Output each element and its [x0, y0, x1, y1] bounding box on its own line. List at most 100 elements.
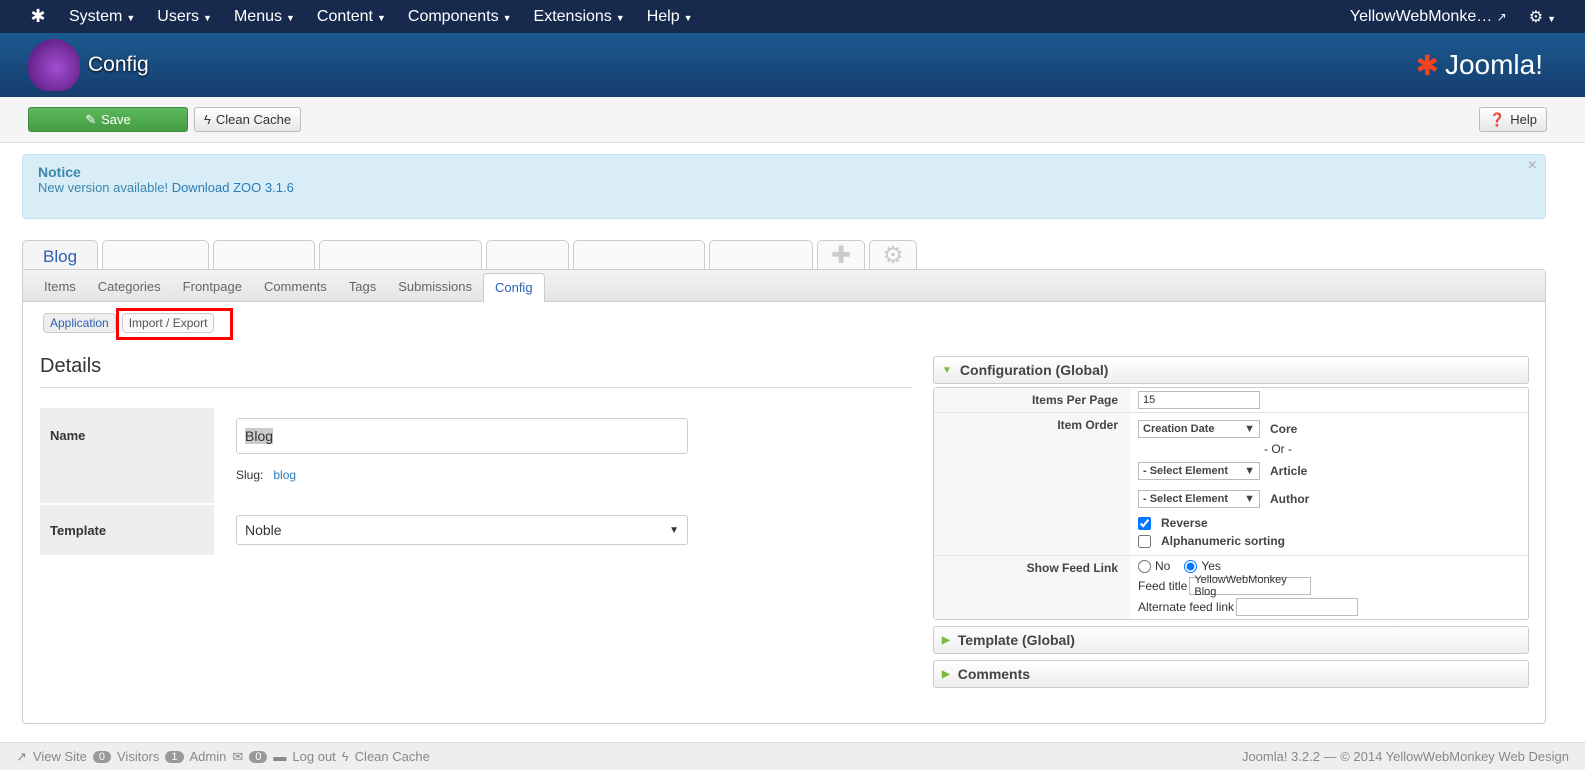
- feed-title-label: Feed title: [1138, 579, 1188, 593]
- menu-extensions[interactable]: Extensions ▼: [523, 8, 636, 26]
- app-tab[interactable]: [573, 240, 706, 270]
- feed-title-input[interactable]: YellowWebMonkey Blog: [1189, 574, 1312, 598]
- feed-yes-radio[interactable]: [1184, 559, 1198, 573]
- logout-link[interactable]: Log out: [292, 749, 335, 764]
- order-core-value: Creation Date: [1143, 423, 1215, 435]
- tab-blog[interactable]: Blog: [22, 240, 99, 271]
- menu-components[interactable]: Components ▼: [397, 8, 523, 26]
- pill-application[interactable]: Application: [43, 313, 116, 333]
- name-input[interactable]: Blog: [236, 418, 688, 454]
- clean-cache-label: Clean Cache: [215, 112, 292, 127]
- order-author-value: - Select Element: [1143, 493, 1228, 505]
- download-link[interactable]: Download ZOO 3.1.6: [172, 180, 294, 195]
- items-per-page-label: Items Per Page: [934, 388, 1130, 412]
- gear-icon: ⚙: [1528, 8, 1544, 26]
- app-tab[interactable]: [319, 240, 483, 270]
- template-value: Noble: [245, 522, 282, 538]
- menu-label: Content: [316, 7, 373, 25]
- author-label: Author: [1270, 492, 1310, 506]
- reverse-label: Reverse: [1161, 516, 1208, 530]
- menu-label: Users: [157, 7, 200, 25]
- subnav-tags[interactable]: Tags: [338, 279, 387, 301]
- config-table: Items Per Page 15 Item Order Creation Da…: [933, 387, 1529, 620]
- menu-help[interactable]: Help ▼: [636, 8, 704, 26]
- config-accordion: ▼ Configuration (Global) Items Per Page 1…: [933, 356, 1529, 694]
- site-name: YellowWebMonke…: [1349, 7, 1493, 25]
- items-per-page-input[interactable]: 15: [1138, 391, 1260, 409]
- add-app-icon[interactable]: ✚: [817, 240, 866, 270]
- question-icon: ❓: [1489, 111, 1506, 127]
- comments-header[interactable]: ▶ Comments: [933, 660, 1529, 688]
- app-tab[interactable]: [213, 240, 316, 270]
- help-button[interactable]: ❓ Help: [1479, 107, 1547, 132]
- subnav-categories[interactable]: Categories: [87, 279, 172, 301]
- menu-label: Components: [407, 7, 499, 25]
- feed-no-radio[interactable]: [1138, 559, 1151, 573]
- version-text: Joomla! 3.2.2 — © 2014 YellowWebMonkey W…: [1241, 749, 1569, 764]
- top-nav: ✱ System ▼ Users ▼ Menus ▼ Content ▼ Compone…: [0, 0, 1585, 33]
- menu-content[interactable]: Content ▼: [306, 8, 397, 26]
- messages-badge[interactable]: 0: [249, 750, 268, 763]
- show-feed-link-label: Show Feed Link: [934, 556, 1130, 619]
- subnav-config[interactable]: Config: [482, 273, 545, 302]
- subnav-submissions[interactable]: Submissions: [387, 279, 483, 301]
- highlight-box: [116, 308, 233, 340]
- app-tab[interactable]: [102, 240, 210, 270]
- details-heading: Details: [40, 355, 912, 388]
- help-label: Help: [1510, 112, 1537, 127]
- toolbar: ✎ Save ϟ Clean Cache ❓ Help: [0, 97, 1585, 143]
- name-label: Name: [40, 408, 214, 503]
- app-tab[interactable]: [709, 240, 814, 270]
- template-global-header[interactable]: ▶ Template (Global): [933, 626, 1529, 654]
- caret-right-icon: ▶: [942, 634, 950, 646]
- menu-users[interactable]: Users ▼: [146, 8, 223, 26]
- settings-menu[interactable]: ⚙ ▼: [1518, 7, 1567, 27]
- joomla-logo-icon[interactable]: ✱: [18, 6, 58, 27]
- details-section: Details Name Blog Slug: blog Template No…: [40, 355, 912, 555]
- admin-label: Admin: [189, 749, 227, 764]
- lightning-icon: ϟ: [204, 112, 211, 127]
- gear-icon[interactable]: ⚙: [869, 240, 918, 270]
- view-site-link[interactable]: View Site: [33, 749, 87, 764]
- alphanumeric-checkbox[interactable]: [1138, 534, 1151, 548]
- app-tab[interactable]: [486, 240, 570, 270]
- order-core-select[interactable]: Creation Date ▼: [1138, 420, 1260, 438]
- clean-cache-button[interactable]: ϟ Clean Cache: [194, 107, 302, 132]
- menu-system[interactable]: System ▼: [58, 8, 146, 26]
- subnav-comments[interactable]: Comments: [253, 279, 338, 301]
- edit-icon: ✎: [85, 111, 97, 127]
- app-tabs: Blog ✚ ⚙: [22, 240, 918, 271]
- config-global-header[interactable]: ▼ Configuration (Global): [933, 356, 1529, 384]
- external-link-icon: ↗: [16, 748, 27, 764]
- close-icon[interactable]: ×: [1528, 157, 1537, 175]
- menu-label: Help: [646, 7, 680, 25]
- menu-menus[interactable]: Menus ▼: [223, 8, 306, 26]
- visitors-badge: 0: [92, 750, 111, 763]
- minus-icon: ▬: [273, 749, 287, 764]
- clean-cache-link[interactable]: Clean Cache: [355, 749, 430, 764]
- alternate-feed-input[interactable]: [1236, 598, 1359, 616]
- feed-title-value: YellowWebMonkey Blog: [1194, 574, 1287, 598]
- page-title: Config: [88, 53, 149, 76]
- slug-link[interactable]: blog: [273, 468, 296, 482]
- name-value: Blog: [245, 428, 274, 444]
- subnav-items[interactable]: Items: [33, 279, 87, 301]
- subnav-frontpage[interactable]: Frontpage: [172, 279, 253, 301]
- or-label: - Or -: [1264, 442, 1292, 456]
- reverse-checkbox[interactable]: [1138, 516, 1151, 530]
- notice-alert: Notice New version available! Download Z…: [22, 154, 1546, 219]
- visitors-label: Visitors: [117, 749, 160, 764]
- order-author-select[interactable]: - Select Element ▼: [1138, 490, 1260, 508]
- ink-bottle-icon: [28, 39, 80, 91]
- core-label: Core: [1270, 422, 1298, 436]
- site-link[interactable]: YellowWebMonke… ↗: [1339, 8, 1518, 26]
- template-select[interactable]: Noble ▼: [236, 515, 688, 545]
- main-panel: Items Categories Frontpage Comments Tags…: [22, 269, 1546, 724]
- caret-down-icon: ▼: [942, 364, 952, 376]
- save-button[interactable]: ✎ Save: [28, 107, 188, 132]
- lightning-icon: ϟ: [341, 749, 349, 764]
- template-label: Template: [40, 505, 214, 555]
- sub-nav: Items Categories Frontpage Comments Tags…: [23, 270, 1545, 302]
- section-title: Configuration (Global): [959, 362, 1109, 378]
- order-article-select[interactable]: - Select Element ▼: [1138, 462, 1260, 480]
